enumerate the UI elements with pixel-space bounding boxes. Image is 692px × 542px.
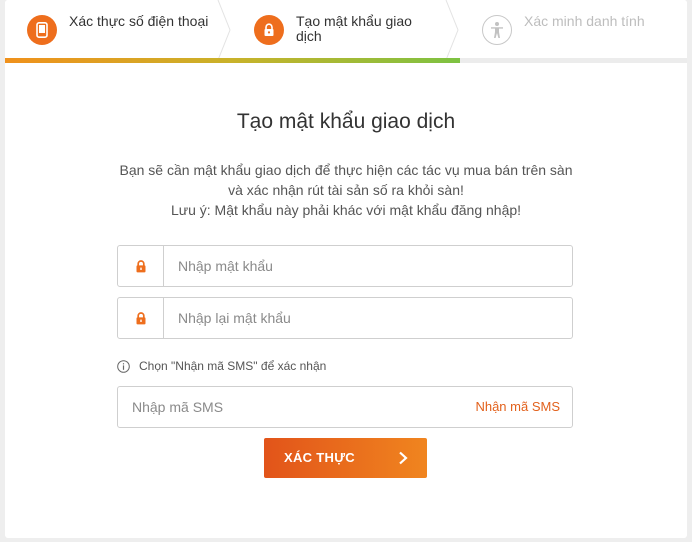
step-label: Xác thực số điện thoại [69, 13, 209, 29]
step-identity-verification: Xác minh danh tính [460, 0, 687, 60]
lock-icon [254, 15, 284, 45]
phone-icon [27, 15, 57, 45]
progress-bar-fill [5, 58, 460, 63]
main-card: Xác thực số điện thoại Tạo mật khẩu giao… [5, 0, 687, 538]
verify-button-label: XÁC THỰC [284, 450, 355, 465]
lock-icon [118, 246, 164, 286]
description-line: và xác nhận rút tài sản số ra khỏi sàn! [228, 182, 464, 198]
page-title: Tạo mật khẩu giao dịch [236, 110, 456, 133]
step-label: Tạo mật khẩu giao dịch [296, 13, 412, 44]
description-line: Bạn sẽ cần mật khẩu giao dịch để thực hi… [119, 162, 573, 178]
step-divider-chevron [445, 0, 459, 60]
step-divider-chevron [217, 0, 231, 60]
confirm-password-field [117, 297, 573, 339]
sms-code-field: Nhận mã SMS [117, 386, 573, 428]
get-sms-code-link[interactable]: Nhận mã SMS [475, 387, 560, 427]
chevron-right-icon [399, 451, 408, 465]
stepper: Xác thực số điện thoại Tạo mật khẩu giao… [5, 0, 687, 63]
progress-bar [5, 58, 687, 63]
description-line: Lưu ý: Mật khẩu này phải khác với mật kh… [170, 202, 522, 218]
description: Bạn sẽ cần mật khẩu giao dịch để thực hi… [5, 160, 687, 220]
step-create-password: Tạo mật khẩu giao dịch [232, 0, 460, 60]
password-field [117, 245, 573, 287]
confirm-password-input[interactable] [176, 298, 566, 338]
sms-hint: Chọn "Nhận mã SMS" để xác nhận [117, 358, 326, 374]
verify-button[interactable]: XÁC THỰC [264, 438, 427, 478]
lock-icon [118, 298, 164, 338]
password-input[interactable] [176, 246, 566, 286]
step-phone-verification: Xác thực số điện thoại [5, 0, 232, 60]
info-icon [117, 359, 130, 373]
person-icon [482, 15, 512, 45]
sms-code-input[interactable] [130, 387, 460, 427]
hint-text: Chọn "Nhận mã SMS" để xác nhận [139, 359, 327, 373]
step-label: Xác minh danh tính [524, 13, 645, 29]
